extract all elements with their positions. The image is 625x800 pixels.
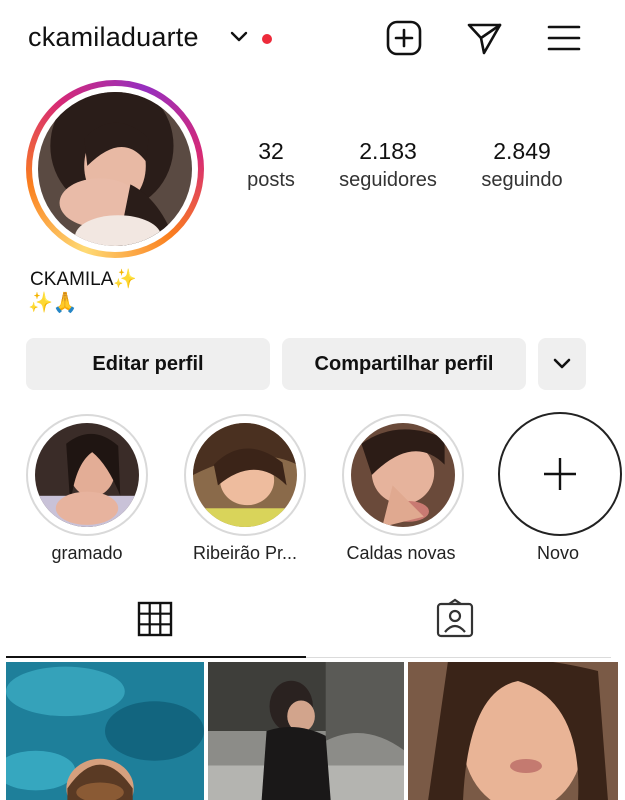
stat-followers-label: seguidores [339,169,437,191]
stat-followers-value: 2.183 [359,138,417,164]
highlight-thumbnail [351,423,455,527]
highlight-ribeirao-preto[interactable] [184,414,306,536]
post-image [408,662,618,800]
post-thumbnail[interactable] [408,662,618,800]
plus-icon [544,458,576,490]
menu-icon[interactable] [544,18,584,58]
highlight-label: Novo [536,543,580,563]
chevron-down-icon [553,358,571,369]
highlight-thumbnail [193,423,297,527]
stat-followers[interactable]: 2.183 seguidores [326,138,450,192]
highlight-label: Caldas novas [346,543,456,563]
stat-following-value: 2.849 [493,138,551,164]
bio-name: CKAMILA✨ [30,267,137,291]
highlight-caldas-novas[interactable] [342,414,464,536]
bio-sparkle: ✨ [113,269,138,290]
stat-posts[interactable]: 32 posts [238,138,304,192]
direct-message-icon[interactable] [464,18,504,58]
highlight-gramado[interactable] [26,414,148,536]
tab-posts-grid[interactable] [130,596,180,642]
add-post-icon[interactable] [384,18,424,58]
share-profile-button[interactable]: Compartilhar perfil [282,338,526,390]
post-thumbnail[interactable] [208,662,404,800]
edit-profile-button[interactable]: Editar perfil [26,338,270,390]
active-tab-indicator [6,656,306,658]
tab-divider [306,657,611,658]
notification-dot [262,34,272,44]
post-thumbnail[interactable] [6,662,204,800]
post-image [6,662,204,800]
bio-name-text: CKAMILA [30,269,114,290]
stat-posts-value: 32 [258,138,284,164]
stat-following[interactable]: 2.849 seguindo [466,138,578,192]
chevron-down-icon[interactable] [230,30,248,44]
highlight-thumbnail [35,423,139,527]
stat-following-label: seguindo [481,169,563,191]
profile-avatar[interactable] [26,80,204,258]
profile-username[interactable]: ckamiladuarte [28,22,199,53]
top-bar: ckamiladuarte [0,0,625,80]
highlight-label: gramado [51,543,123,563]
post-image [208,662,404,800]
stat-posts-label: posts [247,169,295,191]
suggested-accounts-button[interactable] [538,338,586,390]
tab-tagged[interactable] [430,596,480,642]
highlight-label: Ribeirão Pr... [192,543,298,563]
grid-icon [137,601,173,637]
new-highlight-button[interactable] [498,412,622,536]
tagged-icon [436,598,474,638]
bio-text: ✨🙏 [28,292,78,314]
avatar-photo [38,92,192,246]
